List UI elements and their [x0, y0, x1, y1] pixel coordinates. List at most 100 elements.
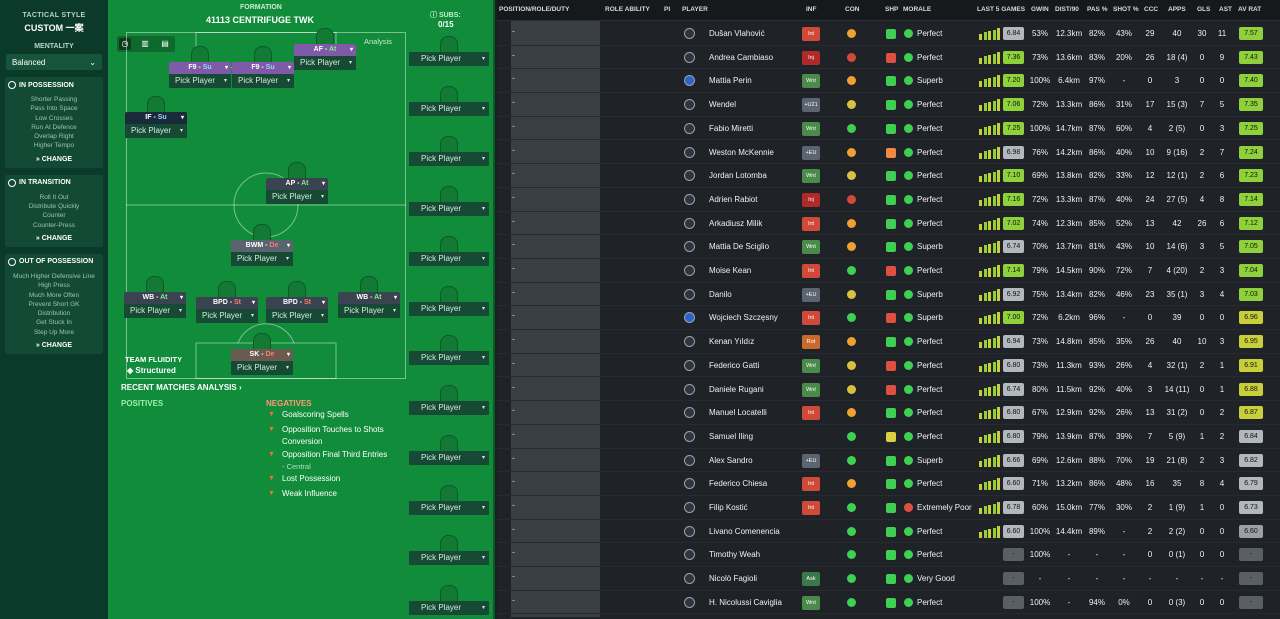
sub-slot[interactable]: Pick Player — [409, 335, 489, 366]
pick-player-select[interactable]: Pick Player — [294, 56, 356, 70]
table-row[interactable]: - Samuel Iling Perfect 6.80 79% 13.9km 87% 39% 7… — [497, 425, 1280, 449]
position-slot[interactable]: WB - AtPick Player — [124, 276, 186, 318]
table-row[interactable]: - Dušan Vlahović Int Perfect 6.84 53% 12.3km 82… — [497, 22, 1280, 46]
position-slot[interactable]: WB - AtPick Player — [338, 276, 400, 318]
player-name[interactable]: Arkadiusz Milik — [709, 219, 762, 228]
pick-player-select[interactable]: Pick Player — [409, 301, 489, 316]
table-row[interactable]: - Danilo +EU Superb 6.92 75% 13.4km 82% 46% 23 35 … — [497, 283, 1280, 307]
player-name[interactable]: Nicolò Fagioli — [709, 574, 757, 583]
position-slot[interactable]: F9 - SuPick Player — [169, 46, 231, 88]
table-row[interactable]: - Moise Kean Int Perfect 7.14 79% 14.5km 90% 72%… — [497, 259, 1280, 283]
position-dash[interactable]: - — [512, 239, 515, 249]
pick-player-select[interactable]: Pick Player — [409, 501, 489, 516]
pick-player-select[interactable]: Pick Player — [409, 551, 489, 565]
sub-slot[interactable]: Pick Player — [409, 535, 489, 565]
pick-player-select[interactable]: Pick Player — [409, 151, 489, 166]
player-name[interactable]: H. Nicolussi Caviglia — [709, 598, 782, 607]
table-row[interactable]: - Arkadiusz Milik Int Perfect 7.02 74% 12.3km 8… — [497, 212, 1280, 236]
change-out-of-possession-button[interactable]: » CHANGE — [8, 342, 100, 349]
pick-player-select[interactable]: Pick Player — [409, 351, 489, 366]
position-dash[interactable]: - — [512, 168, 515, 178]
table-row[interactable]: - Livano Comenencia Perfect 6.60 100% 14.4km 8… — [497, 520, 1280, 544]
player-name[interactable]: Wojciech Szczęsny — [709, 313, 778, 322]
pick-player-select[interactable]: Pick Player — [125, 124, 187, 138]
table-row[interactable]: - H. Nicolussi Caviglia Wnt Perfect -100% -94… — [497, 591, 1280, 615]
player-name[interactable]: Kenan Yıldız — [709, 337, 754, 346]
table-row[interactable]: - Wojciech Szczęsny Int Superb 7.00 72% 6.2km 9… — [497, 306, 1280, 331]
player-name[interactable]: Adrien Rabiot — [709, 195, 757, 204]
pick-player-select[interactable]: Pick Player — [409, 101, 489, 116]
pick-player-select[interactable]: Pick Player — [232, 74, 294, 88]
pick-player-select[interactable]: Pick Player — [409, 52, 489, 66]
pick-player-select[interactable]: Pick Player — [266, 309, 328, 323]
player-name[interactable]: Wendel — [709, 100, 736, 109]
player-name[interactable]: Manuel Locatelli — [709, 408, 767, 417]
position-slot[interactable]: F9 - SuPick Player — [232, 46, 294, 88]
formation-name[interactable]: 41113 CENTRIFUGE TWK — [206, 15, 314, 25]
player-name[interactable]: Danilo — [709, 290, 732, 299]
col-header[interactable]: MORALE — [903, 6, 931, 13]
player-name[interactable]: Daniele Rugani — [709, 385, 764, 394]
position-slot[interactable]: BPD - StPick Player — [196, 281, 258, 323]
col-header[interactable]: GWIN — [1031, 6, 1049, 13]
position-dash[interactable]: - — [512, 524, 515, 534]
player-name[interactable]: Filip Kostić — [709, 503, 748, 512]
col-header[interactable]: LAST 5 GAMES — [977, 6, 1025, 13]
position-dash[interactable]: - — [512, 334, 515, 344]
sub-slot[interactable]: Pick Player — [409, 385, 489, 416]
position-dash[interactable]: - — [512, 97, 515, 107]
col-header[interactable]: POSITION/ROLE/DUTY — [499, 6, 569, 13]
position-dash[interactable]: - — [512, 121, 515, 131]
player-name[interactable]: Federico Chiesa — [709, 479, 767, 488]
pick-player-select[interactable]: Pick Player — [266, 190, 328, 204]
position-dash[interactable]: - — [512, 571, 515, 581]
table-row[interactable]: - Weston McKennie +EU Perfect 6.98 76% 14.2km 8… — [497, 141, 1280, 165]
sub-slot[interactable]: Pick Player — [409, 36, 489, 66]
position-dash[interactable]: - — [512, 382, 515, 392]
pick-player-select[interactable]: Pick Player — [231, 252, 293, 266]
col-header[interactable]: AST — [1219, 6, 1232, 13]
sub-slot[interactable]: Pick Player — [409, 85, 489, 116]
col-header[interactable]: PAS % — [1087, 6, 1107, 13]
pick-player-select[interactable]: Pick Player — [409, 600, 489, 615]
position-slot[interactable]: SK - DePick Player — [231, 333, 293, 375]
position-dash[interactable]: - — [512, 453, 515, 463]
player-name[interactable]: Moise Kean — [709, 266, 751, 275]
sub-slot[interactable]: Pick Player — [409, 485, 489, 516]
col-header[interactable]: AV RAT — [1238, 6, 1261, 13]
col-header[interactable]: GLS — [1197, 6, 1210, 13]
table-row[interactable]: - Daniele Rugani Wnt Perfect 6.74 80% 11.5km 92… — [497, 378, 1280, 402]
table-row[interactable]: - Adrien Rabiot Inj Perfect 7.16 72% 13.3km 87%… — [497, 188, 1280, 212]
recent-matches-link[interactable]: RECENT MATCHES ANALYSIS › — [121, 383, 242, 392]
player-name[interactable]: Andrea Cambiaso — [709, 53, 773, 62]
position-dash[interactable]: - — [512, 216, 515, 226]
table-row[interactable]: - Timothy Weah Perfect -100% - - -0 0 (1) 0 0- — [497, 543, 1280, 568]
col-header[interactable]: CON — [845, 6, 859, 13]
position-dash[interactable]: - — [512, 287, 515, 297]
position-dash[interactable]: - — [512, 50, 515, 60]
table-row[interactable]: - Federico Gatti Wnt Perfect 6.80 73% 11.3km 93… — [497, 354, 1280, 378]
change-in-possession-button[interactable]: » CHANGE — [8, 156, 100, 163]
pick-player-select[interactable]: Pick Player — [231, 361, 293, 375]
player-name[interactable]: Federico Gatti — [709, 361, 759, 370]
position-dash[interactable]: - — [512, 192, 515, 202]
col-header[interactable]: SHP — [885, 6, 898, 13]
position-dash[interactable]: - — [512, 145, 515, 155]
col-header[interactable]: ROLE ABILITY — [605, 6, 650, 13]
pick-player-select[interactable]: Pick Player — [338, 304, 400, 318]
table-row[interactable]: - Alex Sandro +EU Superb 6.66 69% 12.6km 88% 70%… — [497, 449, 1280, 473]
table-row[interactable]: - Mattia De Sciglio Wnt Superb 6.74 70% 13.7km… — [497, 235, 1280, 259]
table-row[interactable]: - Jordan Lotomba Wnt Perfect 7.10 69% 13.8km 82… — [497, 164, 1280, 188]
col-header[interactable]: APPS — [1168, 6, 1186, 13]
pick-player-select[interactable]: Pick Player — [124, 304, 186, 318]
player-name[interactable]: Mattia Perin — [709, 76, 752, 85]
table-row[interactable]: - Federico Chiesa Int Perfect 6.60 71% 13.2km 8… — [497, 472, 1280, 496]
sub-slot[interactable]: Pick Player — [409, 185, 489, 216]
pick-player-select[interactable]: Pick Player — [409, 251, 489, 266]
table-row[interactable]: - Andrea Cambiaso Inj Perfect 7.36 73% 13.6km 8… — [497, 46, 1280, 70]
player-name[interactable]: Weston McKennie — [709, 148, 774, 157]
col-header[interactable]: CCC — [1144, 6, 1158, 13]
pick-player-select[interactable]: Pick Player — [409, 451, 489, 466]
player-name[interactable]: Alex Sandro — [709, 456, 753, 465]
sub-slot[interactable]: Pick Player — [409, 235, 489, 266]
